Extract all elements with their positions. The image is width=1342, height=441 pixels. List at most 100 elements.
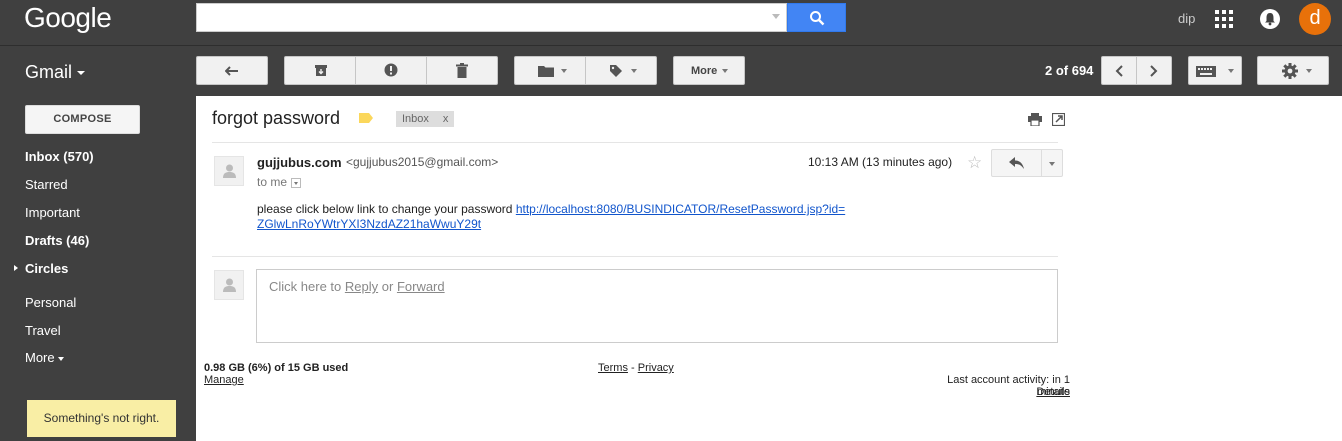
importance-marker-icon[interactable] bbox=[359, 113, 373, 123]
message-body: please click below link to change your p… bbox=[257, 202, 917, 232]
sidebar-item-circles[interactable]: Circles bbox=[25, 261, 68, 276]
message-body-text: please click below link to change your p… bbox=[257, 202, 513, 216]
label-chip-inbox[interactable]: Inbox x bbox=[396, 111, 455, 127]
archive-button[interactable] bbox=[285, 57, 356, 84]
labels-button[interactable] bbox=[586, 57, 656, 84]
chevron-down-icon bbox=[631, 69, 637, 73]
sidebar-item-starred[interactable]: Starred bbox=[25, 177, 68, 192]
delete-button[interactable] bbox=[427, 57, 497, 84]
report-spam-icon bbox=[384, 63, 398, 77]
search-button[interactable] bbox=[787, 3, 846, 32]
newer-button[interactable] bbox=[1102, 57, 1137, 84]
archive-icon bbox=[315, 65, 327, 76]
sender-email: <gujjubus2015@gmail.com> bbox=[346, 155, 499, 169]
trash-icon bbox=[456, 63, 468, 78]
label-tag-icon bbox=[610, 65, 622, 77]
sender-avatar bbox=[214, 156, 244, 186]
forward-link[interactable]: Forward bbox=[397, 279, 445, 294]
action-toolbar: Gmail More 2 of 694 bbox=[0, 47, 1342, 96]
chevron-down-icon bbox=[1228, 69, 1234, 73]
print-icon[interactable] bbox=[1028, 113, 1042, 126]
chevron-down-icon bbox=[57, 356, 64, 361]
folder-icon bbox=[538, 66, 554, 77]
move-to-button[interactable] bbox=[515, 57, 586, 84]
gear-icon bbox=[1282, 63, 1298, 79]
my-avatar bbox=[214, 270, 244, 300]
sidebar-item-more[interactable]: More bbox=[25, 350, 64, 365]
person-icon bbox=[223, 164, 236, 178]
chevron-down-icon bbox=[1306, 69, 1312, 73]
divider bbox=[212, 142, 1058, 143]
reply-arrow-icon bbox=[1009, 157, 1024, 169]
error-notice: Something's not right. bbox=[27, 400, 176, 437]
chevron-down-icon bbox=[722, 69, 728, 73]
sender-name[interactable]: gujjubus.com bbox=[257, 155, 342, 170]
input-tools-button[interactable] bbox=[1188, 56, 1242, 85]
sidebar-item-personal[interactable]: Personal bbox=[25, 295, 76, 310]
divider bbox=[212, 256, 1058, 257]
keyboard-icon bbox=[1196, 66, 1216, 77]
button-divider bbox=[1041, 150, 1042, 176]
more-actions-button[interactable]: More bbox=[673, 56, 745, 85]
reply-prompt-prefix: Click here to bbox=[269, 279, 342, 294]
search-input[interactable] bbox=[196, 3, 787, 32]
google-logo[interactable]: Google bbox=[24, 2, 112, 34]
reply-box-prompt: Click here to Reply or Forward bbox=[269, 279, 445, 294]
settings-button[interactable] bbox=[1257, 56, 1329, 85]
remove-label-icon[interactable]: x bbox=[443, 113, 449, 125]
person-icon bbox=[223, 278, 236, 292]
top-bar: Google dip d bbox=[0, 0, 1342, 46]
reset-password-link-part1: http://localhost:8080/BUSINDICATOR/Reset… bbox=[515, 202, 846, 216]
manage-storage-link[interactable]: Manage bbox=[204, 374, 244, 386]
footer-separator: - bbox=[631, 362, 635, 374]
sidebar-more-label: More bbox=[25, 350, 55, 365]
show-details-icon[interactable] bbox=[291, 177, 302, 188]
compose-button[interactable]: COMPOSE bbox=[25, 105, 140, 134]
search-icon bbox=[810, 11, 825, 26]
report-spam-button[interactable] bbox=[356, 57, 427, 84]
reply-prompt-or: or bbox=[381, 279, 394, 294]
privacy-link[interactable]: Privacy bbox=[638, 362, 674, 374]
move-label-group bbox=[514, 56, 657, 85]
activity-details-link[interactable]: Details bbox=[912, 386, 1070, 398]
pagination-count: 2 of 694 bbox=[1045, 63, 1094, 78]
recipient-text: to me bbox=[257, 175, 288, 189]
sidebar-item-important[interactable]: Important bbox=[25, 205, 80, 220]
app-switcher[interactable]: Gmail bbox=[25, 62, 86, 83]
label-chip-text: Inbox bbox=[402, 113, 429, 125]
quick-reply-box[interactable]: Click here to Reply or Forward bbox=[256, 269, 1058, 343]
chevron-left-icon bbox=[1115, 65, 1123, 77]
pager-group bbox=[1101, 56, 1172, 85]
notifications-bell-icon[interactable] bbox=[1260, 9, 1280, 29]
reply-button[interactable] bbox=[991, 149, 1063, 177]
footer-links: Terms - Privacy bbox=[598, 362, 674, 374]
sidebar: COMPOSE Inbox (570) Starred Important Dr… bbox=[0, 96, 196, 441]
sidebar-item-inbox[interactable]: Inbox (570) bbox=[25, 149, 94, 164]
star-icon[interactable]: ☆ bbox=[967, 153, 982, 173]
older-button[interactable] bbox=[1137, 57, 1171, 84]
open-new-window-icon[interactable] bbox=[1052, 113, 1065, 126]
sidebar-item-drafts[interactable]: Drafts (46) bbox=[25, 233, 89, 248]
message-subject: forgot password bbox=[212, 108, 341, 128]
search-options-icon[interactable] bbox=[772, 14, 780, 19]
more-actions-label: More bbox=[691, 65, 718, 77]
chevron-down-icon bbox=[77, 71, 86, 76]
app-switcher-label: Gmail bbox=[25, 62, 73, 82]
back-to-inbox-button[interactable] bbox=[196, 56, 268, 85]
chevron-down-icon bbox=[561, 69, 567, 73]
reply-options-chevron-icon[interactable] bbox=[1049, 162, 1055, 166]
message-view: forgot password Inbox x gujjubus.com <guj… bbox=[196, 96, 1342, 441]
apps-grid-icon[interactable] bbox=[1215, 10, 1233, 28]
account-avatar[interactable]: d bbox=[1299, 3, 1331, 35]
back-arrow-icon bbox=[225, 66, 238, 76]
expand-triangle-icon[interactable] bbox=[14, 265, 18, 271]
sidebar-item-travel[interactable]: Travel bbox=[25, 323, 61, 338]
recipient-line: to me bbox=[257, 175, 302, 189]
terms-link[interactable]: Terms bbox=[598, 362, 628, 374]
user-name[interactable]: dip bbox=[1178, 11, 1195, 26]
message-actions-group bbox=[284, 56, 498, 85]
reset-password-link-part2: ZGlwLnRoYWtrYXI3NzdAZ21haWwuY29t bbox=[257, 217, 482, 231]
reply-link[interactable]: Reply bbox=[345, 279, 378, 294]
message-timestamp: 10:13 AM (13 minutes ago) bbox=[808, 155, 953, 169]
chevron-right-icon bbox=[1150, 65, 1158, 77]
